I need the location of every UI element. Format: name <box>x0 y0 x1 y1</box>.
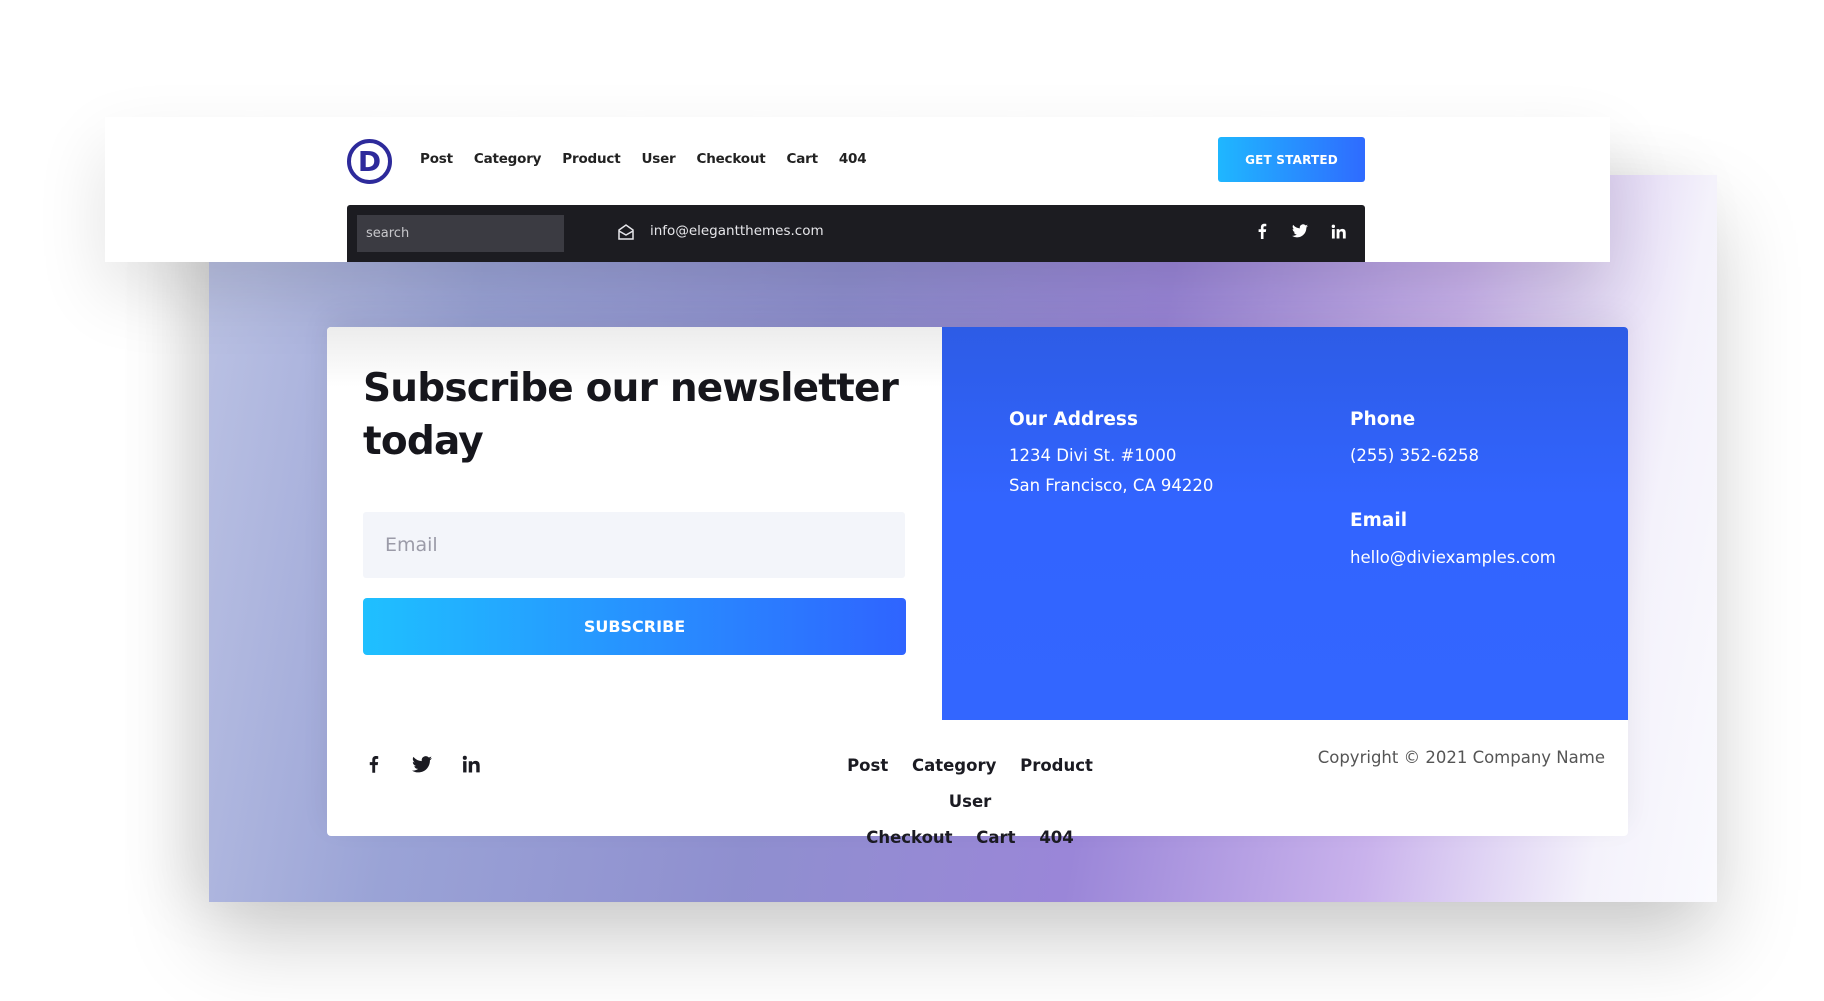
address-line-1: 1234 Divi St. #1000 <box>1009 446 1177 465</box>
header-nav-user[interactable]: User <box>641 151 675 167</box>
subscribe-button[interactable]: SUBSCRIBE <box>363 598 906 655</box>
address-line-2: San Francisco, CA 94220 <box>1009 476 1214 495</box>
get-started-button[interactable]: GET STARTED <box>1218 137 1365 182</box>
header-nav-checkout[interactable]: Checkout <box>696 151 765 167</box>
linkedin-icon[interactable] <box>1329 222 1347 240</box>
footer-nav-cart[interactable]: Cart <box>976 828 1015 847</box>
header-nav-cart[interactable]: Cart <box>787 151 819 167</box>
twitter-icon[interactable] <box>1291 222 1309 240</box>
divi-logo[interactable]: D <box>347 139 392 184</box>
facebook-icon[interactable] <box>1253 222 1271 240</box>
address-heading: Our Address <box>1009 409 1138 430</box>
linkedin-icon[interactable] <box>461 753 481 775</box>
header-nav-post[interactable]: Post <box>420 151 453 167</box>
footer-nav: Post Category Product User Checkout Cart… <box>805 748 1135 856</box>
header-nav-404[interactable]: 404 <box>839 151 867 167</box>
copyright-text: Copyright © 2021 Company Name <box>1317 748 1605 767</box>
logo-letter: D <box>357 145 382 178</box>
contact-email[interactable]: hello@diviexamples.com <box>1350 543 1556 573</box>
phone-heading: Phone <box>1350 409 1416 430</box>
twitter-icon[interactable] <box>412 753 432 775</box>
envelope-icon <box>617 223 635 241</box>
contact-email-link[interactable]: info@elegantthemes.com <box>650 223 824 239</box>
footer-nav-checkout[interactable]: Checkout <box>866 828 952 847</box>
footer-nav-404[interactable]: 404 <box>1039 828 1073 847</box>
footer-nav-post[interactable]: Post <box>847 756 888 775</box>
footer-socials <box>363 753 481 775</box>
search-input[interactable] <box>357 215 564 252</box>
footer-nav-category[interactable]: Category <box>912 756 996 775</box>
contact-info-panel: Our Address 1234 Divi St. #1000 San Fran… <box>942 327 1628 720</box>
header-nav-product[interactable]: Product <box>562 151 620 167</box>
header-nav: Post Category Product User Checkout Cart… <box>420 151 887 167</box>
facebook-icon[interactable] <box>363 753 383 775</box>
newsletter-email-input[interactable] <box>363 512 905 578</box>
top-bar: info@elegantthemes.com <box>347 205 1365 262</box>
footer-nav-user[interactable]: User <box>949 792 992 811</box>
newsletter-title: Subscribe our newsletter today <box>363 366 899 464</box>
phone-number[interactable]: (255) 352-6258 <box>1350 441 1479 471</box>
topbar-socials <box>1253 222 1347 240</box>
email-heading: Email <box>1350 510 1408 531</box>
footer-nav-product[interactable]: Product <box>1020 756 1093 775</box>
header-nav-category[interactable]: Category <box>474 151 542 167</box>
